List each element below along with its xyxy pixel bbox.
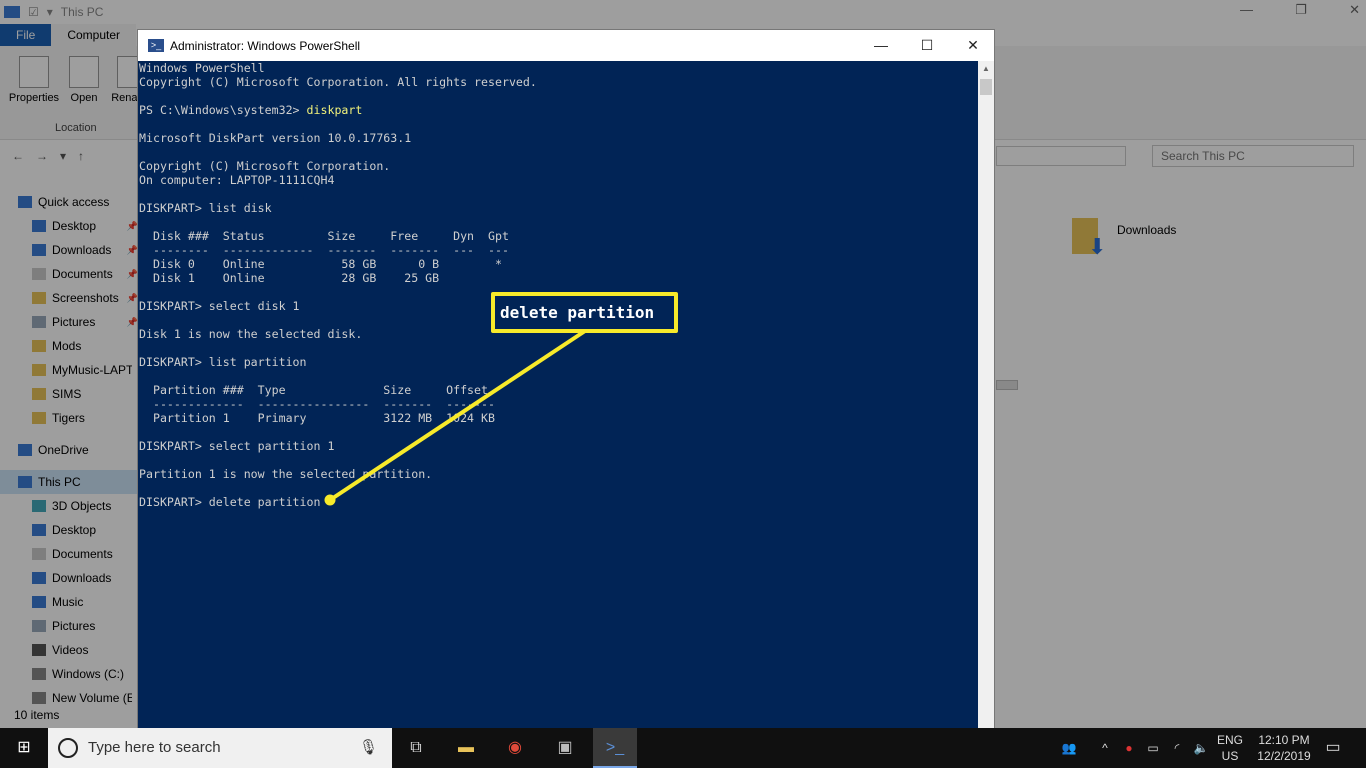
powershell-taskbar-icon[interactable]: >_ xyxy=(593,728,637,768)
time: 12:10 PM xyxy=(1258,733,1310,747)
callout-pointer xyxy=(324,329,587,506)
taskbar-search-input[interactable]: Type here to search 🎙 xyxy=(48,728,392,768)
file-explorer-taskbar-icon[interactable]: ▬ xyxy=(454,736,478,760)
search-circle-icon xyxy=(58,738,78,758)
action-center-icon[interactable]: ▭ xyxy=(1320,728,1346,768)
chrome-icon[interactable]: ◉ xyxy=(503,736,527,760)
volume-icon[interactable]: 🔈 xyxy=(1192,728,1210,768)
app-icon[interactable]: ▣ xyxy=(553,736,577,760)
language-indicator[interactable]: ENG US xyxy=(1214,728,1246,768)
show-hidden-icons-chevron[interactable]: ^ xyxy=(1096,728,1114,768)
task-view-icon[interactable]: ⧉ xyxy=(404,736,428,760)
date: 12/2/2019 xyxy=(1257,749,1311,763)
callout-dot xyxy=(324,494,336,506)
callout-line xyxy=(328,329,587,502)
wifi-icon[interactable]: ◜ xyxy=(1168,728,1186,768)
battery-icon[interactable]: ▭ xyxy=(1144,728,1162,768)
region: US xyxy=(1221,749,1239,763)
clock[interactable]: 12:10 PM 12/2/2019 xyxy=(1252,728,1316,768)
taskbar: ⊞ Type here to search 🎙 ⧉ ▬ ◉ ▣ >_ 👥 ^ ●… xyxy=(0,728,1366,768)
language: ENG xyxy=(1216,733,1243,747)
callout-box: delete partition xyxy=(491,292,678,333)
people-icon[interactable]: 👥 xyxy=(1058,728,1080,768)
start-windows-icon[interactable]: ⊞ xyxy=(12,736,36,760)
microphone-icon[interactable]: 🎙 xyxy=(359,728,378,768)
onedrive-error-icon[interactable]: ● xyxy=(1120,728,1138,768)
search-placeholder: Type here to search xyxy=(88,739,221,756)
